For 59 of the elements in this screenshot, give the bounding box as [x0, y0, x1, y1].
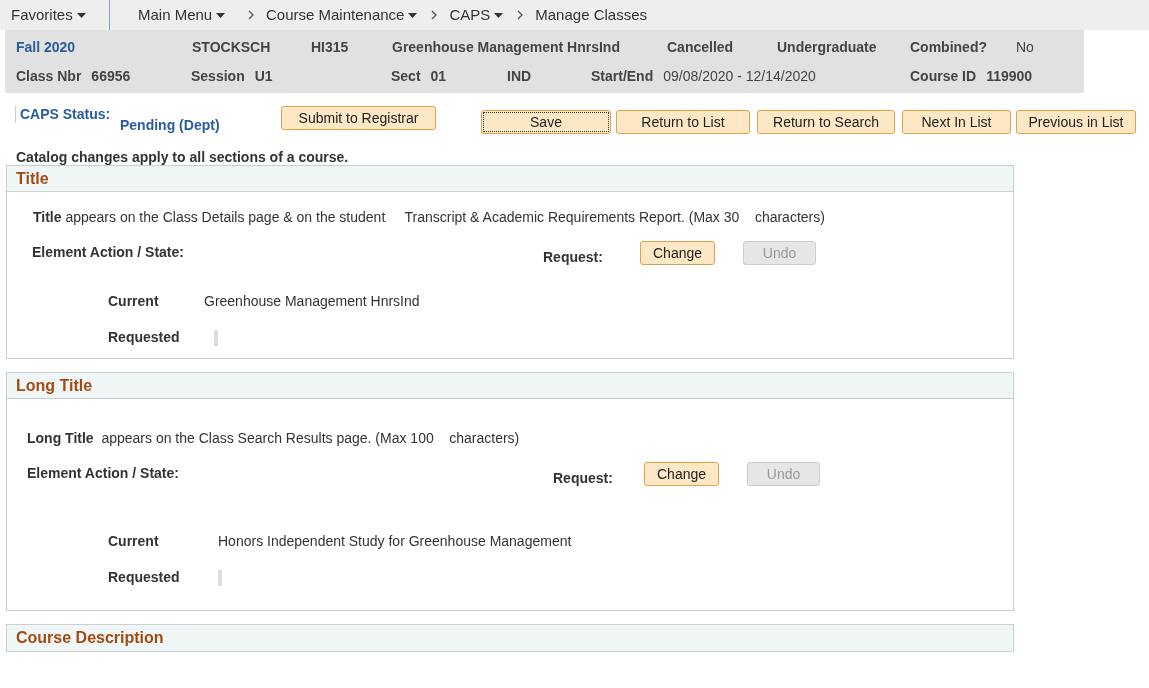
header-value: STOCKSCH [192, 38, 272, 57]
action-button[interactable]: Return to List [616, 110, 750, 134]
request-label: Request: [553, 469, 614, 488]
caps-status-label: CAPS Status: [15, 106, 114, 123]
header-label: Class Nbr [16, 67, 82, 86]
header-value: Undergraduate [777, 38, 878, 57]
header-label: Session [191, 67, 245, 86]
chevron-right-icon [431, 10, 438, 20]
requested-input-field[interactable] [214, 330, 218, 346]
requested-label: Requested [108, 568, 181, 587]
header-label: Sect [391, 67, 421, 86]
caret-icon [216, 12, 226, 18]
chevron-right-icon [248, 10, 254, 20]
action-button[interactable]: Previous in List [1016, 110, 1136, 134]
action-button[interactable]: Return to Search [757, 110, 895, 134]
element-action-label: Element Action / State: [27, 464, 180, 483]
catalog-note: Catalog changes apply to all sections of a course. [16, 148, 350, 165]
action-button[interactable]: Next In List [902, 110, 1011, 134]
header-value: Greenhouse Management HnrsInd [392, 38, 621, 57]
current-value: Honors Independent Study for Greenhouse Management [218, 532, 572, 551]
header-value: U1 [254, 67, 273, 86]
caret-icon [76, 12, 86, 18]
header-value: HI315 [311, 38, 350, 57]
current-value: Greenhouse Management HnrsInd [204, 292, 420, 311]
header-value: IND [507, 67, 532, 86]
section-title: Course Description [16, 628, 164, 648]
action-button[interactable]: Submit to Registrar [281, 106, 436, 130]
request-label: Request: [543, 248, 604, 267]
nav-menu[interactable]: Favorites [0, 3, 109, 27]
caret-icon [494, 12, 504, 18]
header-value: Cancelled [667, 38, 735, 57]
header-value: 66956 [91, 67, 131, 86]
header-label: Start/End [591, 67, 654, 86]
header-value: 119900 [986, 67, 1033, 86]
chevron-right-icon [517, 10, 524, 20]
header-value: 09/08/2020 - 12/14/2020 [663, 67, 816, 86]
requested-input-field[interactable] [218, 570, 222, 586]
term-link[interactable]: Fall 2020 [16, 37, 192, 58]
current-label: Current [108, 532, 160, 551]
section-title: Long Title [16, 375, 93, 396]
breadcrumb-link[interactable]: Manage Classes [535, 3, 647, 27]
change-button[interactable]: Change [640, 241, 715, 265]
section-title: Title [16, 168, 49, 189]
nav-menu[interactable]: Main Menu [110, 3, 248, 27]
current-label: Current [108, 292, 160, 311]
header-label: Course ID [910, 67, 977, 86]
caret-icon [408, 12, 418, 18]
change-button[interactable]: Change [644, 462, 719, 486]
element-action-label: Element Action / State: [32, 243, 185, 262]
header-value: 01 [430, 67, 447, 86]
header-value: Combined? [910, 38, 988, 57]
field-description: Title appears on the Class Details page & on the student Transcript & Academic Requirements Report. (Max 30 characters) [33, 209, 825, 225]
requested-label: Requested [108, 328, 181, 347]
nav-menu[interactable]: CAPS [449, 3, 504, 27]
header-value: No [1016, 38, 1035, 57]
field-description: Long Title appears on the Class Search Results page. (Max 100 characters) [27, 430, 520, 446]
nav-menu[interactable]: Course Maintenance [266, 3, 418, 27]
caps-status-value: Pending (Dept) [120, 116, 221, 135]
action-button[interactable]: Save [481, 110, 611, 134]
